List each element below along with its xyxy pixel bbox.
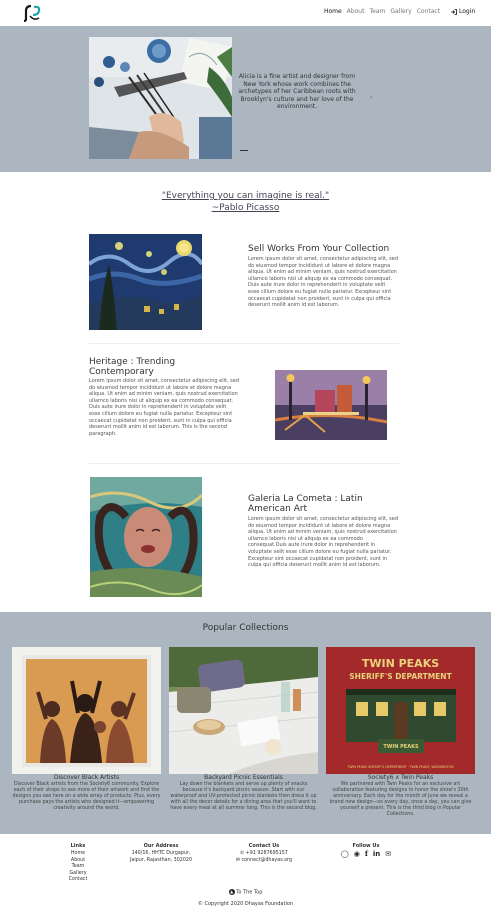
card-title[interactable]: Discover Black Artists: [12, 774, 161, 781]
nav-contact[interactable]: Contact: [417, 8, 440, 15]
instagram-icon[interactable]: ◯: [341, 851, 349, 858]
navbar: Home About Team Gallery Contact Login: [0, 0, 491, 26]
footer-heading: Links: [70, 843, 86, 849]
hero-carousel: Alicia is a fine artist and designer fro…: [0, 26, 491, 172]
linkedin-icon[interactable]: in: [373, 851, 380, 858]
footer-links: Links Home About Team Gallery Contact: [58, 843, 98, 883]
card-title[interactable]: Backyard Picnic Essentials: [169, 774, 318, 781]
popular-collections: Popular Collections Discover Black Artis…: [0, 612, 491, 834]
card-title[interactable]: Society6 x Twin Peaks: [326, 774, 475, 781]
feature-body: Lorem ipsum dolor sit amet, consectetur …: [248, 256, 398, 309]
login-label: Login: [459, 8, 476, 15]
divider: [89, 463, 399, 464]
quote-author[interactable]: ~Pablo Picasso: [212, 203, 280, 213]
login-button[interactable]: Login: [451, 8, 475, 15]
black-artists-image[interactable]: [12, 647, 161, 774]
card-text: Lay down the blankets and serve up plent…: [170, 782, 317, 812]
carousel-indicator[interactable]: [240, 150, 248, 151]
card-text: We partnered with Twin Peaks for an excl…: [329, 782, 472, 818]
underwater-portrait-image: [90, 477, 202, 597]
feature-body: Lorem ipsum dolor sit amet, consectetur …: [248, 516, 398, 569]
footer-heading: Our Address: [143, 843, 179, 849]
sign-line-1: TWIN PEAKS: [362, 657, 439, 670]
twin-peaks-image[interactable]: TWIN PEAKS SHERIFF'S DEPARTMENT TWIN PEA…: [326, 647, 475, 774]
hero-image: [89, 37, 232, 159]
to-top-link[interactable]: ▲ To The Top: [0, 889, 491, 896]
sign-line-2: SHERIFF'S DEPARTMENT: [349, 672, 452, 681]
hero-text: Alicia is a fine artist and designer fro…: [238, 73, 356, 110]
nav-about[interactable]: About: [347, 8, 365, 15]
feature-body: Lorem ipsum dolor sit amet, consectetur …: [89, 378, 239, 437]
nav-home[interactable]: Home: [324, 8, 342, 15]
footer-heading: Contact Us: [248, 843, 280, 849]
nav-team[interactable]: Team: [369, 8, 385, 15]
copyright: © Copyright 2020 Dhayas Foundation: [197, 901, 294, 907]
starry-night-image: [89, 234, 202, 330]
pinterest-icon[interactable]: ◉: [354, 851, 360, 858]
logo[interactable]: [22, 4, 46, 23]
sign-line-3: TWIN PEAKS: [383, 744, 419, 750]
feature-title: Sell Works From Your Collection: [248, 244, 390, 254]
mail-icon[interactable]: ✉: [385, 851, 391, 858]
to-top-label: To The Top: [236, 889, 263, 896]
nav-gallery[interactable]: Gallery: [390, 8, 411, 15]
divider: [89, 343, 399, 344]
arrow-up-icon: ▲: [228, 889, 235, 895]
facebook-icon[interactable]: f: [365, 850, 368, 857]
social-icons: ◯ ◉ f in ✉: [326, 850, 406, 858]
card-text: Discover Black artists from the Society6…: [12, 782, 161, 812]
quote: "Everything you can imagine is real." ~P…: [0, 190, 491, 214]
email-row: ✉ connect@dhayas.org: [224, 858, 304, 864]
footer: Links Home About Team Gallery Contact Ou…: [0, 834, 491, 916]
nav-links: Home About Team Gallery Contact: [324, 8, 440, 15]
email-icon: ✉: [235, 857, 240, 863]
carousel-next-icon[interactable]: ›: [370, 94, 372, 101]
footer-follow: Follow Us ◯ ◉ f in ✉: [326, 843, 406, 858]
picnic-image[interactable]: [169, 647, 318, 774]
footer-contact: Contact Us ✆ +91 9287695157 ✉ connect@dh…: [224, 843, 304, 864]
phone-number[interactable]: +91 9287695157: [246, 851, 288, 856]
footer-address: Our Address 140/16, HHTC Durgapur, Jaipu…: [121, 843, 201, 864]
address-line: 140/16, HHTC Durgapur,: [131, 851, 191, 857]
address-line: Jaipur, Rajasthan, 302020: [130, 857, 192, 863]
login-icon: [451, 8, 457, 15]
street-painting-image: [275, 370, 387, 440]
phone-icon: ✆: [240, 851, 245, 857]
feature-title: Galeria La Cometa : Latin American Art: [248, 494, 363, 514]
section-title: Popular Collections: [202, 623, 289, 633]
footer-link-contact[interactable]: Contact: [58, 877, 98, 883]
quote-text[interactable]: "Everything you can imagine is real.": [162, 191, 329, 201]
email-address[interactable]: connect@dhayas.org: [241, 858, 292, 863]
feature-title: Heritage : Trending Contemporary: [89, 357, 176, 377]
sign-footer: TWIN PEAKS SHERIFF'S DEPARTMENT · TWIN P…: [346, 765, 454, 769]
